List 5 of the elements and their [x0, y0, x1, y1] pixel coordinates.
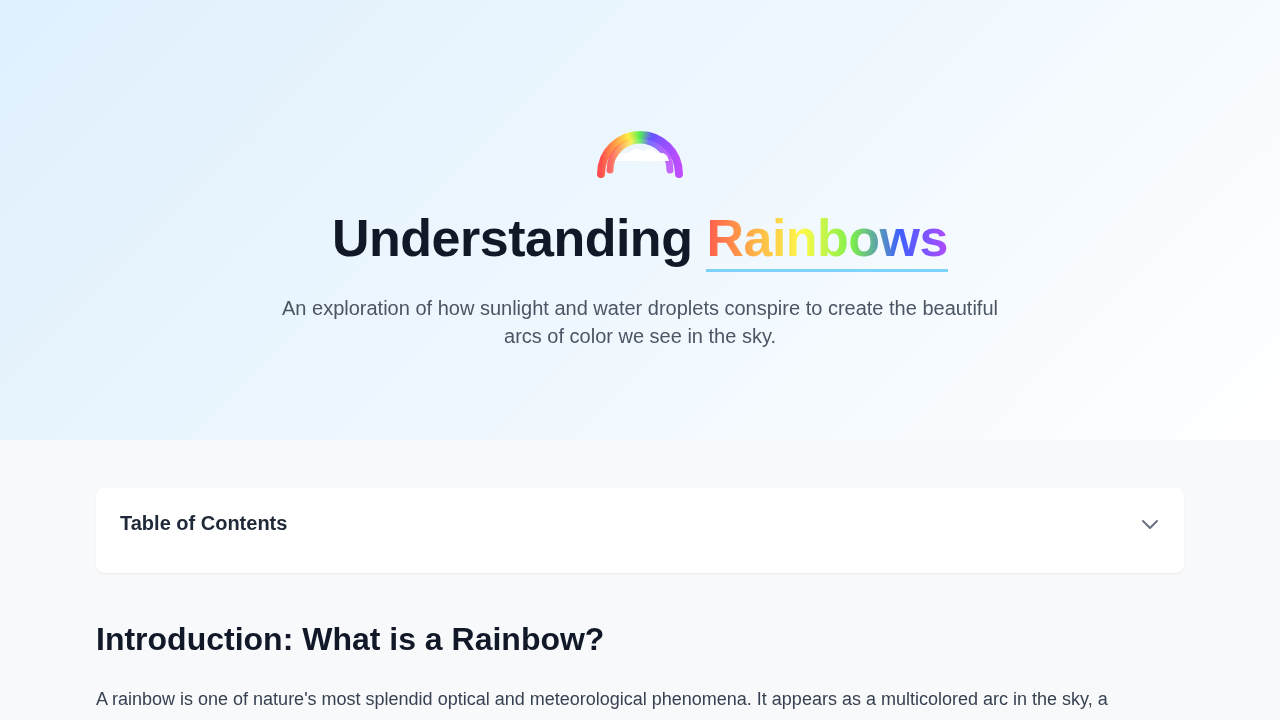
paragraph: A rainbow is one of nature's most splendid optical and meteorological phenomena. It appears as a multicolored arc in the sky, a — [96, 688, 1109, 711]
page-title: Understanding — [332, 210, 693, 269]
section-heading: Introduction: What is a Rainbow? — [96, 620, 606, 659]
subtitle: An exploration of how sunlight and water droplets conspire to create the beautiful arcs of color we see in the sky. — [281, 296, 999, 350]
toc-title: Table of Contents — [120, 512, 288, 535]
